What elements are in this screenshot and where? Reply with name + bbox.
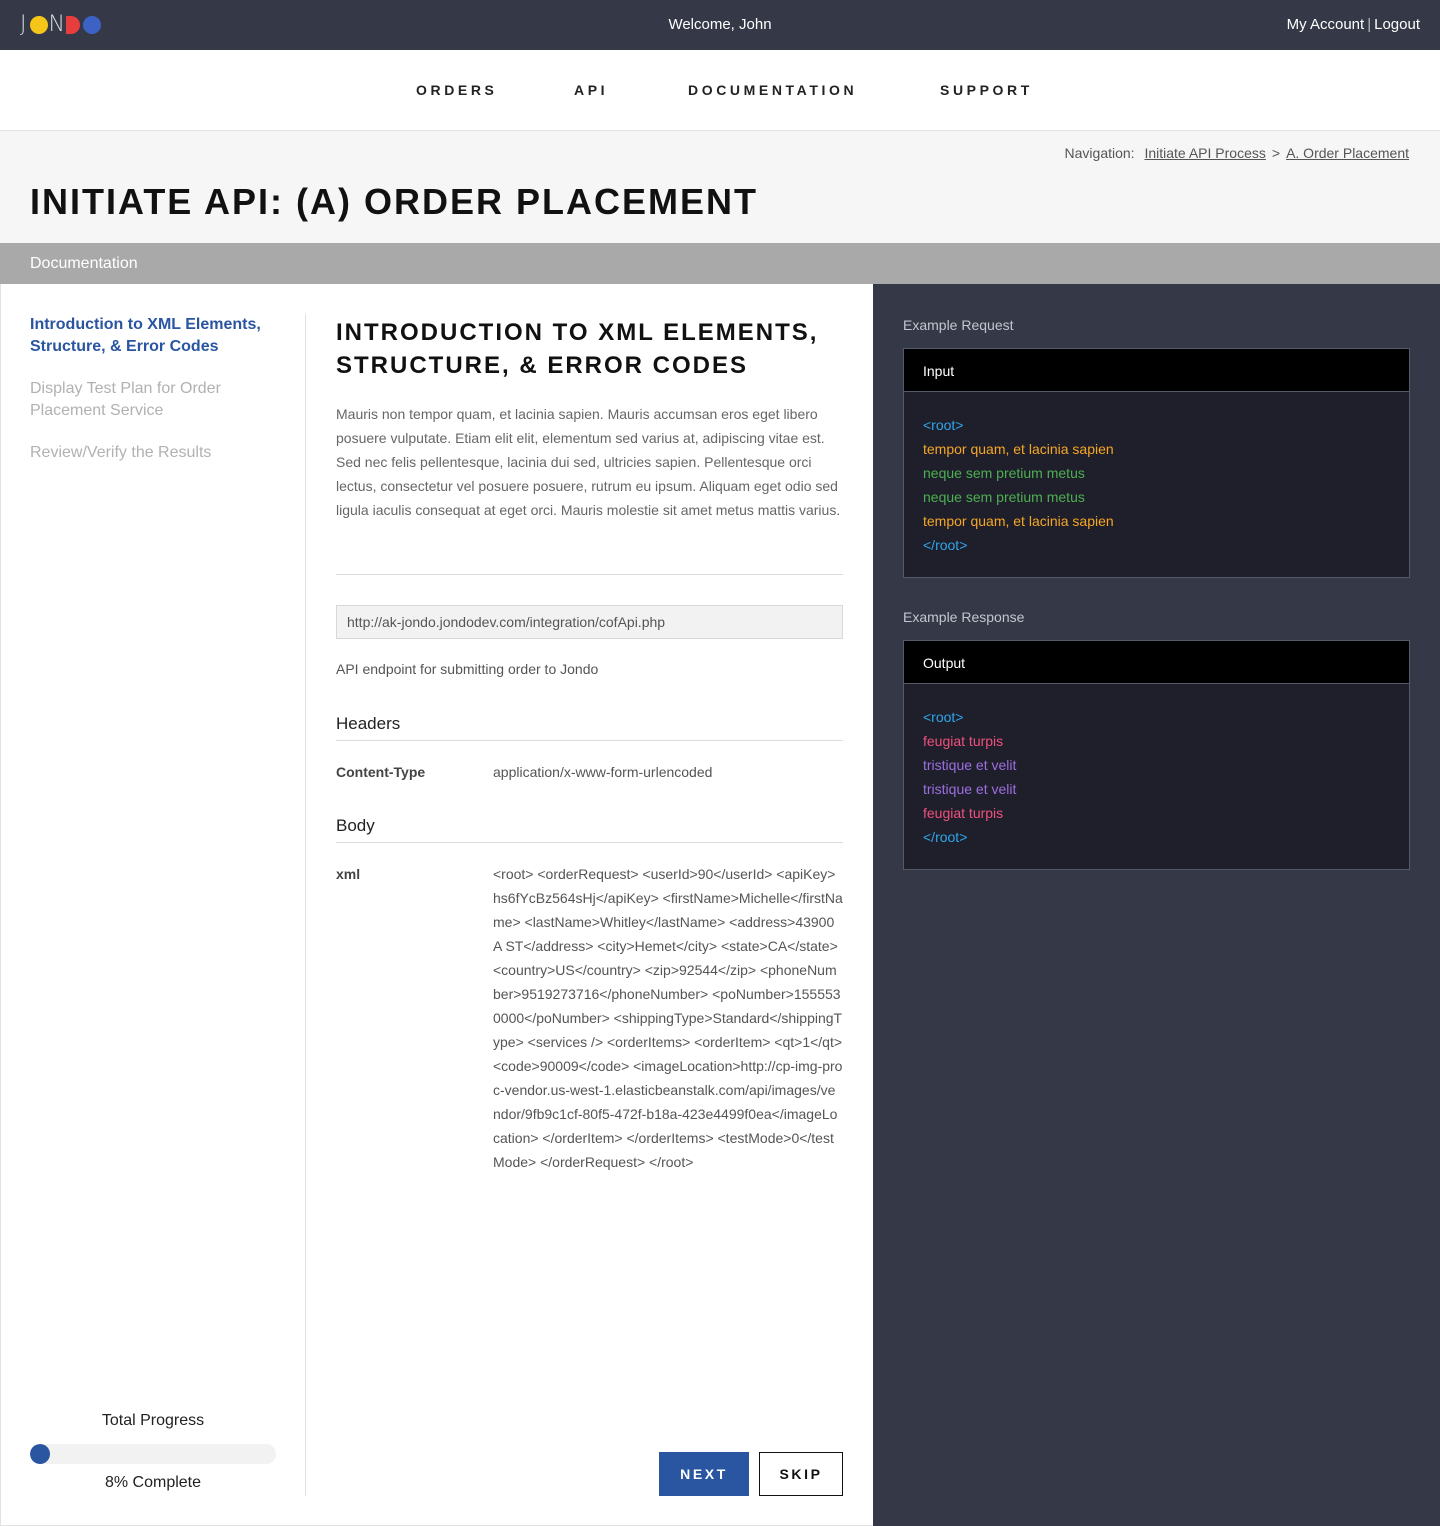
intro-paragraph: Mauris non tempor quam, et lacinia sapie… [336, 406, 841, 518]
next-button[interactable]: NEXT [659, 1452, 749, 1496]
logout-link[interactable]: Logout [1374, 16, 1420, 33]
code-line: </root> [923, 537, 968, 553]
nav-item-orders[interactable]: ORDERS [416, 82, 498, 98]
headers-title: Headers [336, 714, 401, 733]
progress-bar [30, 1444, 276, 1464]
main-nav: ORDERS API DOCUMENTATION SUPPORT [0, 50, 1440, 131]
body-divider [336, 842, 843, 843]
code-line: tempor quam, et lacinia sapien [923, 513, 1114, 529]
code-line: tristique et velit [923, 781, 1017, 797]
code-line: feugiat turpis [923, 805, 1004, 821]
top-bar: J N Welcome, John My Account | Logout [0, 0, 1440, 50]
example-response-code: <root> feugiat turpis tristique et velit tr… [904, 684, 1409, 869]
header-value: application/x-www-form-urlencoded [493, 764, 713, 780]
body-xml-value: <root> <orderRequest> <userId>90</userId… [493, 866, 843, 1170]
example-response-box: Output <root> feugiat turpis tristique et … [903, 640, 1410, 870]
endpoint-description: API endpoint for submitting order to Jon… [336, 661, 599, 677]
headers-divider [336, 740, 843, 741]
account-separator: | [1367, 16, 1372, 33]
step-item-review[interactable]: Review/Verify the Results [30, 442, 285, 464]
skip-button[interactable]: SKIP [759, 1452, 843, 1496]
body-title: Body [336, 816, 375, 835]
breadcrumb: Navigation: Initiate API Process > A. Orde… [1065, 145, 1409, 161]
progress-bar-fill [30, 1444, 50, 1464]
section-bar-documentation: Documentation [0, 243, 1440, 284]
code-line: neque sem pretium metus [923, 465, 1085, 481]
body-key: xml [336, 866, 361, 882]
example-request-box: Input <root> tempor quam, et lacinia sapi… [903, 348, 1410, 578]
header-key: Content-Type [336, 764, 426, 780]
code-line: <root> [923, 709, 964, 725]
breadcrumb-link-initiate-api[interactable]: Initiate API Process [1144, 145, 1265, 161]
section-heading: INTRODUCTION TO XML ELEMENTS, STRUCTURE,… [336, 319, 819, 379]
nav-item-api[interactable]: API [574, 82, 608, 98]
my-account-link[interactable]: My Account [1287, 16, 1365, 33]
breadcrumb-prefix: Navigation: [1064, 145, 1135, 161]
progress-label: Total Progress [101, 1412, 205, 1429]
example-request-label: Example Request [903, 317, 1014, 333]
example-response-head: Output [904, 641, 1409, 684]
example-request-head: Input [904, 349, 1409, 392]
progress-text: 8% Complete [104, 1474, 202, 1491]
code-line: feugiat turpis [923, 733, 1004, 749]
step-item-test-plan[interactable]: Display Test Plan for Order Placement Se… [30, 378, 285, 422]
step-item-introduction[interactable]: Introduction to XML Elements, Structure,… [30, 314, 285, 358]
breadcrumb-separator: > [1271, 145, 1281, 161]
divider [336, 574, 843, 575]
nav-item-documentation[interactable]: DOCUMENTATION [688, 82, 857, 98]
code-line: </root> [923, 829, 968, 845]
page-header: Navigation: Initiate API Process > A. Orde… [0, 131, 1440, 243]
example-request-code: <root> tempor quam, et lacinia sapien nequ… [904, 392, 1409, 577]
page-title: INITIATE API: (A) ORDER PLACEMENT [30, 181, 758, 222]
account-links: My Account | Logout [1287, 16, 1420, 33]
sidebar-divider [305, 314, 306, 1496]
step-list: Introduction to XML Elements, Structure,… [30, 314, 285, 484]
code-line: neque sem pretium metus [923, 489, 1085, 505]
example-response-label: Example Response [903, 609, 1025, 625]
endpoint-url-field[interactable]: http://ak-jondo.jondodev.com/integration… [336, 605, 843, 639]
breadcrumb-link-order-placement[interactable]: A. Order Placement [1286, 145, 1409, 161]
nav-item-support[interactable]: SUPPORT [940, 82, 1033, 98]
code-line: tempor quam, et lacinia sapien [923, 441, 1114, 457]
main-content: INTRODUCTION TO XML ELEMENTS, STRUCTURE,… [336, 316, 843, 522]
code-line: tristique et velit [923, 757, 1017, 773]
code-line: <root> [923, 417, 964, 433]
welcome-text: Welcome, John [668, 16, 772, 33]
